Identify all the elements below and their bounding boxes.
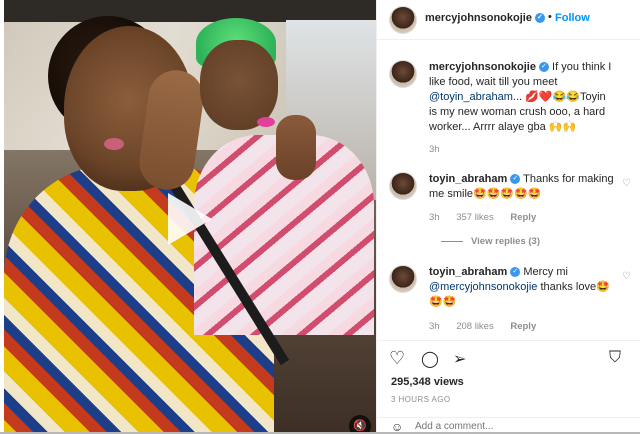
comment-likes[interactable]: 208 likes [456,321,494,332]
woman-left-mouth [104,138,124,150]
view-replies-button[interactable]: View replies (3) [441,236,540,247]
bookmark-icon[interactable]: ⛉ [609,349,621,367]
verified-icon: ✓ [510,174,521,185]
commenter-username[interactable]: toyin_abraham [429,266,507,278]
caption-text: mercyjohnsonokojie ✓ If you think I like … [429,60,615,135]
verified-icon: ✓ [538,62,549,73]
caption-username[interactable]: mercyjohnsonokojie [429,61,536,73]
play-icon[interactable] [168,193,212,245]
caption-avatar[interactable] [389,60,417,88]
heart-icon[interactable]: ♡ [389,348,405,369]
author-username-text[interactable]: mercyjohnsonokojie [425,12,532,24]
verified-icon: ✓ [534,13,545,24]
comments-list: mercyjohnsonokojie ✓ If you think I like … [377,40,640,340]
comment-time[interactable]: 3h [429,212,440,223]
comment-time[interactable]: 3h [429,321,440,332]
car-roof [4,0,376,22]
add-comment-input[interactable] [415,421,595,432]
comment-text: toyin_abraham ✓ Mercy mi @mercyjohnsonoko… [429,265,615,310]
mute-icon[interactable]: 🔇 [349,415,371,432]
comment-meta: 3h 357 likes Reply [429,212,550,223]
caption-meta: 3h [429,144,454,155]
comment-meta: 3h 208 likes Reply [429,321,550,332]
like-comment-heart-icon[interactable]: ♡ [622,271,631,282]
replies-divider [441,240,463,242]
post-header: mercyjohnsonokojie ✓ • Follow [377,0,640,40]
reply-button[interactable]: Reply [510,212,536,223]
verified-icon: ✓ [510,267,521,278]
post-side-panel: mercyjohnsonokojie ✓ • Follow mercyjohnso… [376,0,640,434]
comment-text: toyin_abraham ✓ Thanks for making me smil… [429,172,615,202]
woman-right-thumbs-up [276,115,316,180]
reply-button[interactable]: Reply [510,321,536,332]
commenter-avatar[interactable] [389,265,417,293]
caption-time[interactable]: 3h [429,144,440,155]
woman-right-lips [257,117,275,127]
comment-mention[interactable]: @mercyjohnsonokojie [429,281,537,293]
view-replies-label[interactable]: View replies (3) [471,236,540,247]
share-icon[interactable]: ➢ [453,349,466,369]
add-comment-bar: ☺ [377,417,640,434]
follow-button[interactable]: Follow [555,12,590,24]
post-actions: ♡ ◯ ➢ ⛉ 295,348 views 3 HOURS AGO ☺ [377,340,640,434]
post-video[interactable]: 🔇 [4,0,376,432]
commenter-username[interactable]: toyin_abraham [429,173,507,185]
comment-icon[interactable]: ◯ [421,349,439,369]
comment-body-start: Mercy mi [523,266,568,278]
author-avatar[interactable] [389,6,417,34]
like-comment-heart-icon[interactable]: ♡ [622,178,631,189]
post-timestamp[interactable]: 3 HOURS AGO [391,395,451,404]
author-username[interactable]: mercyjohnsonokojie ✓ [425,12,545,24]
header-separator: • [548,11,552,23]
caption-mention[interactable]: @toyin_abraham... [429,91,522,103]
comment-likes[interactable]: 357 likes [456,212,494,223]
view-count[interactable]: 295,348 views [391,376,464,388]
instagram-post-window: 🔇 mercyjohnsonokojie ✓ • Follow mercyjohn… [0,0,640,434]
commenter-avatar[interactable] [389,172,417,200]
